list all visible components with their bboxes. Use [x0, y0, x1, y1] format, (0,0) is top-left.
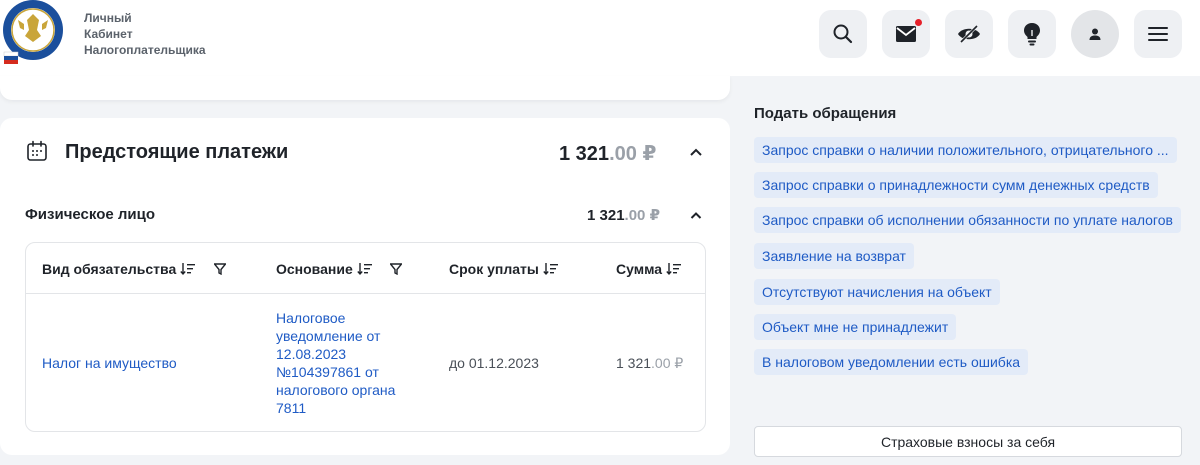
request-item[interactable]: Запрос справки об исполнении обязанности…	[754, 207, 1181, 233]
user-icon	[1089, 28, 1101, 40]
column-header-sum[interactable]: Сумма	[616, 261, 682, 277]
tips-button[interactable]	[1008, 10, 1056, 58]
lightbulb-icon	[1024, 23, 1040, 46]
total-amount-currency: ₽	[642, 143, 657, 165]
column-label: Основание	[276, 261, 353, 277]
row-sum-whole: 1 321	[616, 355, 652, 371]
visibility-toggle-button[interactable]	[945, 10, 993, 58]
row-sum-currency: ₽	[674, 355, 684, 371]
fns-logo[interactable]	[0, 0, 70, 66]
total-amount: 1 321.00 ₽	[559, 141, 656, 166]
brand-line-2: Кабинет	[84, 27, 133, 41]
column-header-basis[interactable]: Основание	[276, 261, 373, 277]
request-item[interactable]: Отсутствуют начисления на объект	[754, 279, 1000, 305]
person-amount-currency: ₽	[649, 207, 661, 224]
search-icon	[833, 24, 853, 44]
brand-line-1: Личный	[84, 11, 132, 25]
sort-icon[interactable]	[180, 262, 196, 276]
search-button[interactable]	[819, 10, 867, 58]
sort-icon[interactable]	[357, 262, 373, 276]
section-title: Предстоящие платежи	[65, 141, 289, 163]
collapse-person-button[interactable]	[686, 207, 706, 223]
chevron-up-icon	[690, 148, 702, 156]
request-item[interactable]: Запрос справки о принадлежности сумм ден…	[754, 172, 1158, 198]
profile-button[interactable]	[1071, 10, 1119, 58]
messages-button[interactable]	[882, 10, 930, 58]
table-header: Вид обязательства Основание Срок уплаты …	[26, 243, 705, 294]
column-label: Сумма	[616, 261, 663, 277]
basis-link[interactable]: Налоговое уведомление от 12.08.2023 №104…	[276, 309, 426, 417]
person-title: Физическое лицо	[25, 206, 156, 223]
request-item[interactable]: В налоговом уведомлении есть ошибка	[754, 349, 1029, 375]
row-sum-cents: .00	[651, 355, 671, 371]
total-amount-cents: .00	[609, 143, 637, 165]
requests-title: Подать обращения	[754, 105, 897, 122]
column-label: Вид обязательства	[42, 261, 177, 277]
filter-icon[interactable]	[214, 263, 226, 275]
column-header-due[interactable]: Срок уплаты	[449, 261, 559, 277]
brand-title: Личный Кабинет Налогоплательщика	[84, 10, 206, 58]
total-amount-whole: 1 321	[559, 143, 610, 165]
eye-off-icon	[958, 24, 980, 44]
request-item[interactable]: Объект мне не принадлежит	[754, 314, 957, 340]
chevron-up-icon	[690, 211, 702, 219]
row-sum: 1 321.00 ₽	[616, 354, 683, 372]
request-item[interactable]: Заявление на возврат	[754, 243, 914, 269]
request-item[interactable]: Запрос справки о наличии положительного,…	[754, 137, 1177, 163]
menu-icon	[1148, 27, 1168, 41]
brand-line-3: Налогоплательщика	[84, 43, 206, 57]
column-header-type[interactable]: Вид обязательства	[42, 261, 196, 277]
collapse-section-button[interactable]	[686, 143, 706, 161]
person-amount: 1 321.00 ₽	[587, 206, 660, 224]
sort-icon[interactable]	[666, 262, 682, 276]
column-label: Срок уплаты	[449, 261, 539, 277]
obligation-type-link[interactable]: Налог на имущество	[42, 354, 177, 372]
filter-icon[interactable]	[390, 263, 402, 275]
header: Личный Кабинет Налогоплательщика	[0, 0, 1200, 76]
payments-table: Вид обязательства Основание Срок уплаты …	[25, 242, 706, 432]
previous-card	[0, 76, 730, 100]
mail-icon	[896, 26, 916, 42]
notification-dot	[915, 19, 922, 26]
menu-button[interactable]	[1134, 10, 1182, 58]
person-amount-cents: .00	[624, 207, 646, 224]
person-amount-whole: 1 321	[587, 207, 625, 224]
calendar-icon	[27, 140, 47, 161]
due-date: до 01.12.2023	[449, 355, 539, 371]
insurance-contributions-button[interactable]: Страховые взносы за себя	[754, 426, 1182, 457]
sort-icon[interactable]	[543, 262, 559, 276]
